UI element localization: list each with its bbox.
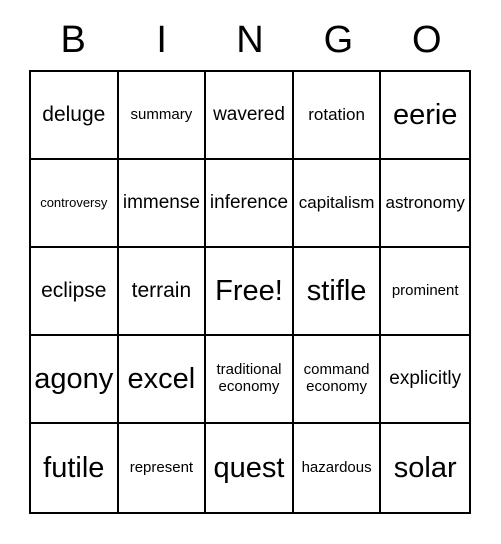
- bingo-cell[interactable]: agony: [31, 336, 119, 424]
- bingo-cell[interactable]: explicitly: [381, 336, 469, 424]
- bingo-cell-label: prominent: [391, 281, 459, 299]
- bingo-cell-label: quest: [213, 451, 285, 484]
- bingo-cell[interactable]: represent: [118, 424, 207, 512]
- bingo-cell[interactable]: solar: [381, 424, 469, 512]
- bingo-cell[interactable]: command economy: [293, 336, 382, 424]
- bingo-cell-label: hazardous: [301, 458, 372, 476]
- header-letter-o: O: [412, 19, 442, 61]
- bingo-header-row: B I N G O: [29, 14, 471, 66]
- bingo-cell[interactable]: capitalism: [293, 160, 382, 248]
- bingo-cell[interactable]: deluge: [31, 72, 119, 160]
- bingo-free-space-cell[interactable]: Free!: [206, 248, 294, 336]
- bingo-cell[interactable]: wavered: [206, 72, 294, 160]
- bingo-cell[interactable]: traditional economy: [206, 336, 294, 424]
- bingo-cell-label: explicitly: [389, 368, 462, 390]
- bingo-cell[interactable]: terrain: [118, 248, 207, 336]
- bingo-cell[interactable]: stifle: [293, 248, 382, 336]
- header-letter-n: N: [236, 19, 264, 61]
- bingo-cell-label: wavered: [213, 104, 285, 126]
- bingo-grid: deluge summary wavered rotation eerie controv…: [29, 70, 471, 514]
- bingo-cell[interactable]: hazardous: [293, 424, 382, 512]
- bingo-cell-label: eclipse: [41, 279, 107, 303]
- bingo-cell-label: traditional economy: [216, 361, 282, 395]
- header-letter-g: G: [323, 19, 354, 61]
- bingo-cell-label: rotation: [308, 105, 365, 125]
- bingo-cell[interactable]: futile: [31, 424, 119, 512]
- bingo-cell-label: command economy: [303, 361, 370, 395]
- bingo-cell-label: eerie: [392, 98, 458, 131]
- bingo-cell-label: Free!: [215, 274, 283, 307]
- bingo-cell[interactable]: rotation: [293, 72, 382, 160]
- bingo-cell[interactable]: quest: [206, 424, 294, 512]
- bingo-cell-label: stifle: [306, 274, 367, 307]
- bingo-cell[interactable]: astronomy: [381, 160, 469, 248]
- bingo-cell[interactable]: eclipse: [31, 248, 119, 336]
- bingo-cell-label: astronomy: [385, 193, 465, 213]
- bingo-cell-label: capitalism: [298, 193, 375, 213]
- bingo-cell[interactable]: prominent: [381, 248, 469, 336]
- bingo-cell-label: inference: [209, 192, 289, 214]
- bingo-cell-label: solar: [393, 451, 457, 484]
- bingo-cell-label: represent: [129, 458, 194, 476]
- header-letter-i: I: [156, 19, 167, 61]
- bingo-cell-label: excel: [127, 362, 196, 395]
- bingo-cell[interactable]: eerie: [381, 72, 469, 160]
- bingo-cell-label: summary: [130, 105, 193, 123]
- bingo-cell-label: controversy: [40, 194, 108, 210]
- bingo-card: B I N G O deluge summary wavered rotation ee…: [0, 0, 501, 544]
- bingo-cell[interactable]: excel: [118, 336, 207, 424]
- bingo-cell[interactable]: inference: [206, 160, 294, 248]
- bingo-cell[interactable]: summary: [118, 72, 207, 160]
- bingo-cell[interactable]: controversy: [31, 160, 119, 248]
- header-letter-b: B: [60, 19, 86, 61]
- bingo-cell-label: deluge: [42, 103, 106, 127]
- bingo-cell-label: futile: [43, 451, 105, 484]
- bingo-cell-label: terrain: [131, 279, 192, 303]
- bingo-cell[interactable]: immense: [118, 160, 207, 248]
- bingo-cell-label: immense: [122, 192, 200, 214]
- bingo-cell-label: agony: [34, 362, 114, 395]
